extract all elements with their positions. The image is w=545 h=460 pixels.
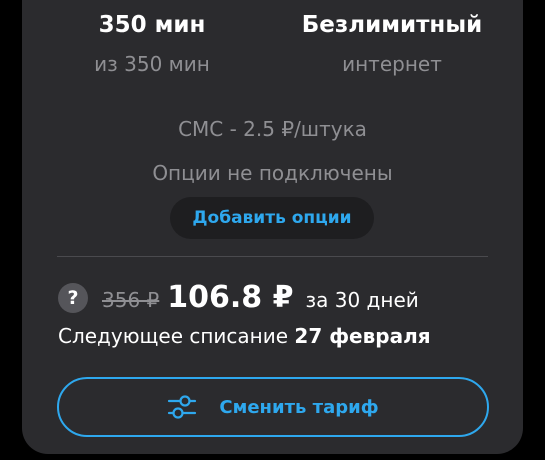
change-tariff-button[interactable]: Сменить тариф	[57, 377, 489, 437]
add-options-button[interactable]: Добавить опции	[170, 197, 374, 239]
sliders-icon	[168, 395, 197, 419]
change-tariff-label: Сменить тариф	[219, 396, 379, 418]
minutes-stat: 350 мин из 350 мин	[42, 10, 262, 78]
internet-value: Безлимитный	[301, 12, 483, 38]
next-charge-date: 27 февраля	[294, 324, 431, 348]
price-row: 356 ₽ 106.8 ₽ за 30 дней	[102, 280, 419, 316]
internet-label: интернет	[342, 52, 442, 76]
help-icon[interactable]: ?	[58, 283, 88, 313]
minutes-value: 350 мин	[98, 12, 206, 38]
next-charge-label: Следующее списание	[58, 324, 289, 348]
sms-price: СМС - 2.5 ₽/штука	[178, 117, 367, 141]
internet-stat: Безлимитный интернет	[282, 10, 502, 78]
minutes-total: из 350 мин	[94, 52, 210, 76]
next-charge: Следующее списание 27 февраля	[58, 322, 431, 350]
options-status: Опции не подключены	[152, 161, 393, 185]
tariff-stats: 350 мин из 350 мин Безлимитный интернет	[22, 10, 523, 80]
old-price: 356 ₽	[102, 288, 160, 312]
divider	[57, 256, 488, 257]
price-period: за 30 дней	[305, 288, 419, 312]
current-price: 106.8 ₽	[167, 280, 294, 315]
